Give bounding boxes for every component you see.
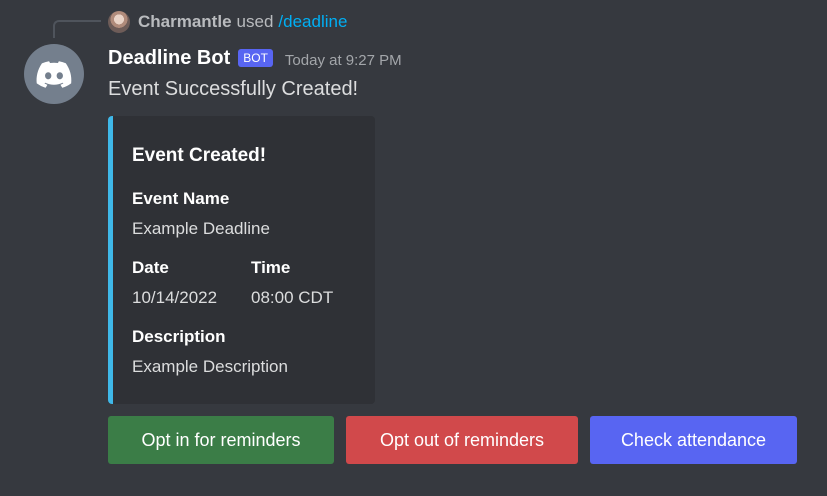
- bot-username[interactable]: Deadline Bot: [108, 47, 230, 70]
- opt-in-reminders-button[interactable]: Opt in for reminders: [108, 416, 334, 464]
- embed-title: Event Created!: [132, 145, 267, 166]
- field-value-description: Example Description: [132, 357, 288, 376]
- discord-logo-icon: [36, 60, 72, 88]
- field-name-time: Time: [251, 258, 291, 277]
- opt-out-reminders-button[interactable]: Opt out of reminders: [346, 416, 578, 464]
- field-name-description: Description: [132, 327, 226, 346]
- field-value-date: 10/14/2022: [132, 288, 218, 307]
- field-name-date: Date: [132, 258, 169, 277]
- message-timestamp: Today at 9:27 PM: [284, 51, 402, 69]
- reply-context[interactable]: Charmantle used /deadline: [108, 10, 347, 34]
- reply-connector: [53, 20, 101, 38]
- reply-command-link[interactable]: /deadline: [278, 12, 347, 32]
- field-value-event-name: Example Deadline: [132, 219, 270, 238]
- event-embed: Event Created! Event Name Example Deadli…: [108, 116, 375, 404]
- chat-message: Charmantle used /deadline Deadline Bot B…: [0, 0, 827, 496]
- message-header: Deadline Bot BOT Today at 9:27 PM: [108, 45, 402, 71]
- reply-username[interactable]: Charmantle: [138, 12, 232, 32]
- reply-used-text: used: [236, 12, 274, 31]
- reply-user-avatar[interactable]: [108, 11, 130, 33]
- bot-badge: BOT: [238, 49, 273, 67]
- field-value-time: 08:00 CDT: [251, 288, 334, 307]
- bot-avatar[interactable]: [24, 44, 84, 104]
- message-content: Event Successfully Created!: [108, 78, 359, 100]
- field-name-event-name: Event Name: [132, 189, 230, 208]
- check-attendance-button[interactable]: Check attendance: [590, 416, 797, 464]
